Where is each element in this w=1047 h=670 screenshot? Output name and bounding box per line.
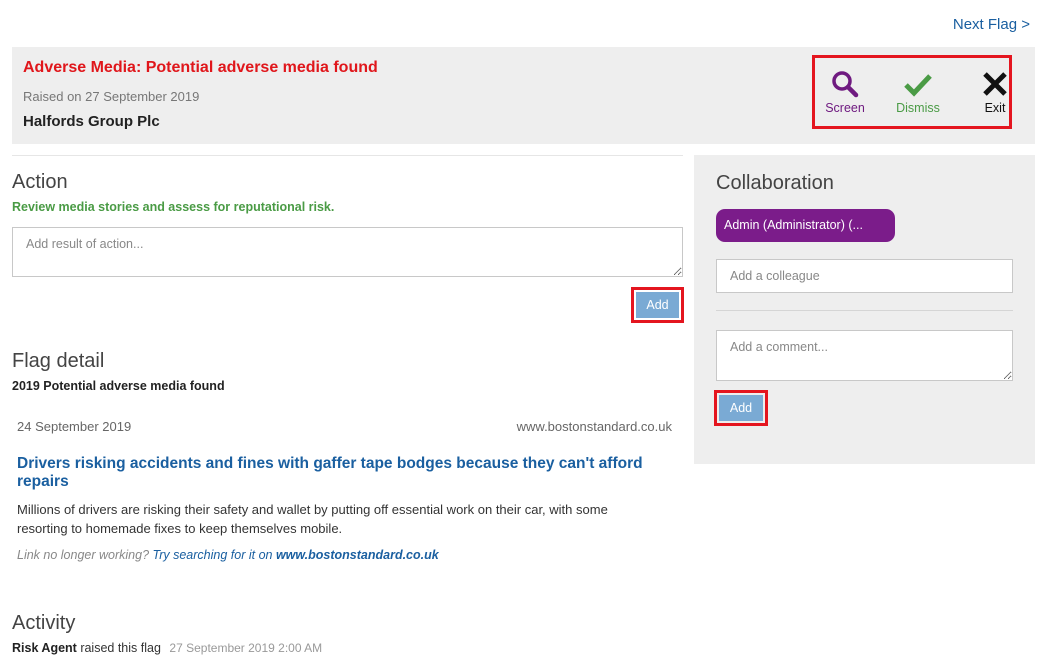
collaboration-panel: Collaboration Admin (Administrator) (...… (694, 155, 1035, 464)
article-fallback-link: Link no longer working? Try searching fo… (17, 548, 439, 562)
flag-detail-heading: Flag detail (12, 350, 105, 372)
flag-header: Adverse Media: Potential adverse media f… (12, 47, 1035, 144)
article-summary: Millions of drivers are risking their sa… (17, 502, 608, 536)
search-link-site: www.bostonstandard.co.uk (275, 548, 439, 562)
activity-text: raised this flag (80, 641, 161, 655)
search-icon (832, 71, 859, 98)
exit-label: Exit (984, 101, 1006, 115)
activity-heading: Activity (12, 612, 76, 634)
company-name: Halfords Group Plc (23, 113, 160, 130)
screen-button[interactable]: Screen (815, 70, 875, 115)
exit-button[interactable]: Exit (965, 70, 1025, 115)
collaboration-divider (716, 310, 1013, 311)
collaboration-heading: Collaboration (716, 172, 834, 194)
flag-title: Adverse Media: Potential adverse media f… (23, 59, 378, 76)
dismiss-label: Dismiss (896, 101, 940, 115)
article-source: www.bostonstandard.co.uk (516, 419, 672, 434)
action-result-input[interactable] (12, 227, 683, 277)
comment-add-button-frame: Add (714, 390, 768, 426)
comment-input[interactable] (716, 330, 1013, 381)
action-description: Review media stories and assess for repu… (12, 200, 335, 214)
screen-label: Screen (825, 101, 865, 115)
check-icon (904, 74, 932, 97)
add-colleague-input[interactable] (716, 259, 1013, 293)
flag-detail-subtitle: 2019 Potential adverse media found (12, 379, 225, 393)
action-add-button-frame: Add (631, 287, 684, 323)
action-add-button[interactable]: Add (636, 292, 679, 318)
action-heading: Action (12, 171, 68, 193)
next-flag-link[interactable]: Next Flag > (953, 16, 1030, 33)
dismiss-button[interactable]: Dismiss (888, 70, 948, 115)
search-source-link[interactable]: Try searching for it on www.bostonstanda… (153, 548, 439, 562)
collaborator-chip[interactable]: Admin (Administrator) (... (716, 209, 895, 242)
activity-item: Risk Agent raised this flag 27 September… (12, 641, 322, 655)
section-divider (12, 155, 683, 156)
article-date: 24 September 2019 (17, 419, 132, 434)
search-link-text: Try searching for it on (152, 548, 273, 562)
activity-actor: Risk Agent (12, 641, 77, 655)
comment-add-button[interactable]: Add (719, 395, 763, 421)
link-prefix: Link no longer working? (17, 548, 150, 562)
activity-timestamp: 27 September 2019 2:00 AM (169, 641, 323, 655)
close-icon (983, 72, 1007, 96)
flag-actions: Screen Dismiss Exit (812, 55, 1012, 129)
raised-date: Raised on 27 September 2019 (23, 89, 200, 104)
article-title-link[interactable]: Drivers risking accidents and fines with… (17, 455, 657, 491)
